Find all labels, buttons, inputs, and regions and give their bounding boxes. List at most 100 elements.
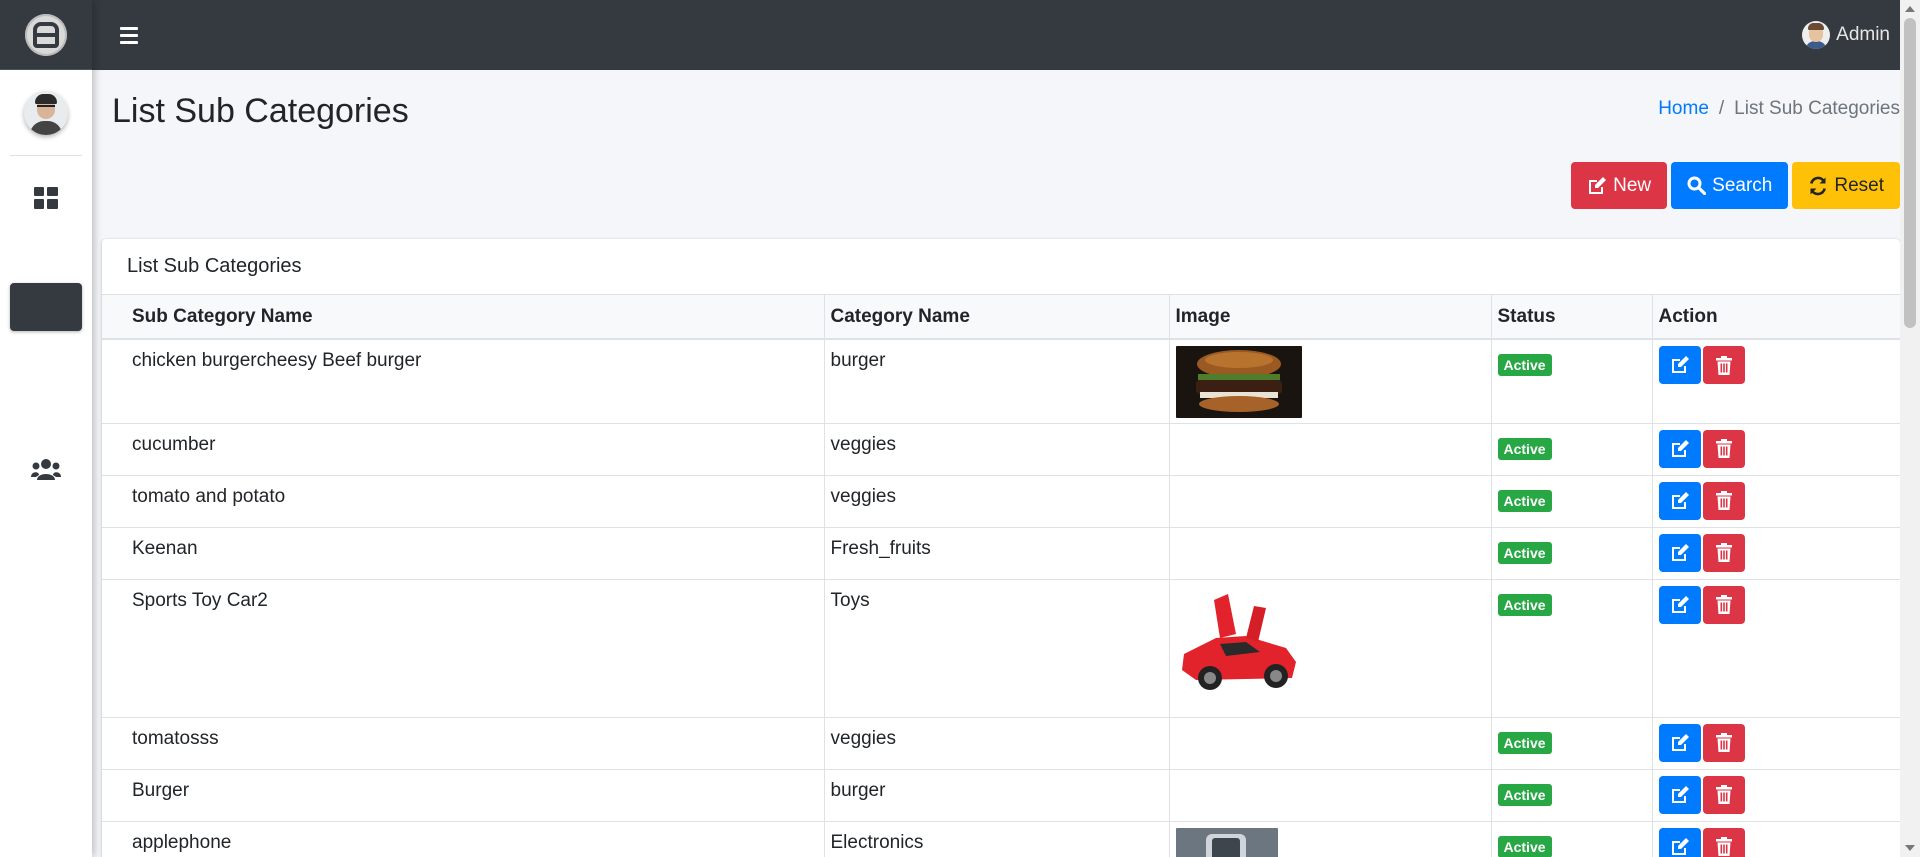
delete-button[interactable] <box>1702 585 1745 624</box>
edit-button[interactable] <box>1658 346 1701 384</box>
edit-icon <box>1671 733 1689 751</box>
category-name: veggies <box>824 423 1170 476</box>
trash-icon <box>1715 491 1732 510</box>
sub-category-name: Keenan <box>102 527 825 580</box>
table-header-row: Sub Category Name Category Name Image St… <box>102 295 1900 340</box>
delete-button[interactable] <box>1702 533 1745 572</box>
user-menu[interactable]: Admin <box>1802 21 1890 49</box>
burger-image <box>1175 346 1302 418</box>
sidebar-item-dashboard[interactable] <box>10 174 82 222</box>
reset-button[interactable]: Reset <box>1792 162 1900 209</box>
column-header: Status <box>1491 295 1653 340</box>
status-cell: Active <box>1491 423 1653 476</box>
image-cell <box>1169 475 1492 528</box>
status-badge: Active <box>1497 489 1552 512</box>
user-name: Admin <box>1836 24 1890 45</box>
edit-icon <box>1671 543 1689 561</box>
edit-icon <box>1671 439 1689 457</box>
top-navbar: Admin <box>92 0 1920 70</box>
trash-icon <box>1715 439 1732 458</box>
column-header: Sub Category Name <box>102 295 825 340</box>
status-cell: Active <box>1491 769 1653 822</box>
image-cell <box>1169 769 1492 822</box>
action-cell <box>1652 579 1900 718</box>
edit-button[interactable] <box>1658 481 1701 520</box>
edit-icon <box>1671 837 1689 855</box>
status-cell: Active <box>1491 717 1653 770</box>
status-cell: Active <box>1491 579 1653 718</box>
edit-button[interactable] <box>1658 585 1701 624</box>
scroll-thumb[interactable] <box>1904 18 1916 328</box>
edit-button[interactable] <box>1658 533 1701 572</box>
delete-button[interactable] <box>1702 775 1745 814</box>
category-name: burger <box>824 339 1170 424</box>
delete-button[interactable] <box>1702 723 1745 762</box>
table-row: tomato and potato veggies Active <box>102 475 1900 528</box>
new-button[interactable]: New <box>1571 162 1668 209</box>
sidebar-item-active[interactable] <box>10 283 82 331</box>
sidebar-item-users[interactable] <box>10 445 82 493</box>
delete-button[interactable] <box>1702 481 1745 520</box>
search-button[interactable]: Search <box>1671 162 1789 209</box>
edit-icon <box>1671 356 1689 373</box>
trash-icon <box>1715 543 1732 562</box>
action-cell <box>1652 475 1900 528</box>
action-cell <box>1652 527 1900 580</box>
table-row: Keenan Fresh_fruits Active <box>102 527 1900 580</box>
toy-car-image <box>1175 585 1302 706</box>
image-cell <box>1169 339 1492 424</box>
trash-icon <box>1715 837 1732 856</box>
delete-button[interactable] <box>1702 346 1745 384</box>
page-scrollbar[interactable] <box>1900 0 1920 857</box>
column-header: Category Name <box>824 295 1170 340</box>
edit-button[interactable] <box>1658 775 1701 814</box>
column-header: Image <box>1169 295 1492 340</box>
table-row: applephone Electronics Active <box>102 821 1900 857</box>
scroll-down-arrow-icon[interactable] <box>1905 845 1915 851</box>
image-cell <box>1169 527 1492 580</box>
status-cell: Active <box>1491 527 1653 580</box>
status-badge: Active <box>1497 731 1552 754</box>
edit-icon <box>1671 785 1689 803</box>
sub-categories-table: Sub Category Name Category Name Image St… <box>102 295 1900 857</box>
reset-button-label: Reset <box>1834 174 1884 196</box>
brand[interactable] <box>0 0 92 70</box>
sub-categories-card: List Sub Categories Sub Category Name Ca… <box>102 239 1900 857</box>
scroll-up-arrow-icon[interactable] <box>1905 6 1915 12</box>
edit-button[interactable] <box>1658 429 1701 468</box>
status-cell: Active <box>1491 821 1653 857</box>
status-cell: Active <box>1491 339 1653 424</box>
image-cell <box>1169 423 1492 476</box>
avatar[interactable] <box>24 90 68 135</box>
edit-icon <box>1671 491 1689 509</box>
sidebar <box>0 0 92 857</box>
sub-category-name: chicken burgercheesy Beef burger <box>102 339 825 424</box>
category-name: burger <box>824 769 1170 822</box>
edit-button[interactable] <box>1658 723 1701 762</box>
new-button-label: New <box>1613 174 1652 196</box>
delete-button[interactable] <box>1702 827 1745 857</box>
category-name: veggies <box>824 717 1170 770</box>
image-cell <box>1169 821 1492 857</box>
delete-button[interactable] <box>1702 429 1745 468</box>
table-row: chicken burgercheesy Beef burger burger Ac… <box>102 339 1900 424</box>
trash-icon <box>1715 595 1732 614</box>
breadcrumb-home-link[interactable]: Home <box>1658 98 1709 119</box>
category-name: veggies <box>824 475 1170 528</box>
image-cell <box>1169 579 1492 718</box>
user-avatar <box>1802 21 1831 49</box>
card-title: List Sub Categories <box>102 239 1900 295</box>
hamburger-icon[interactable] <box>120 26 138 44</box>
main-content: List Sub Categories Home / List Sub Catego… <box>92 70 1900 857</box>
sync-icon <box>1810 176 1827 195</box>
page-title: List Sub Categories <box>112 92 409 130</box>
status-badge: Active <box>1497 354 1552 376</box>
toolbar: New Search Reset <box>1571 162 1900 209</box>
category-name: Toys <box>824 579 1170 718</box>
status-badge: Active <box>1497 437 1552 460</box>
trash-icon <box>1715 733 1732 752</box>
action-cell <box>1652 821 1900 857</box>
breadcrumb-separator: / <box>1718 98 1725 119</box>
table-body: chicken burgercheesy Beef burger burger Ac… <box>102 339 1900 857</box>
edit-button[interactable] <box>1658 827 1701 857</box>
